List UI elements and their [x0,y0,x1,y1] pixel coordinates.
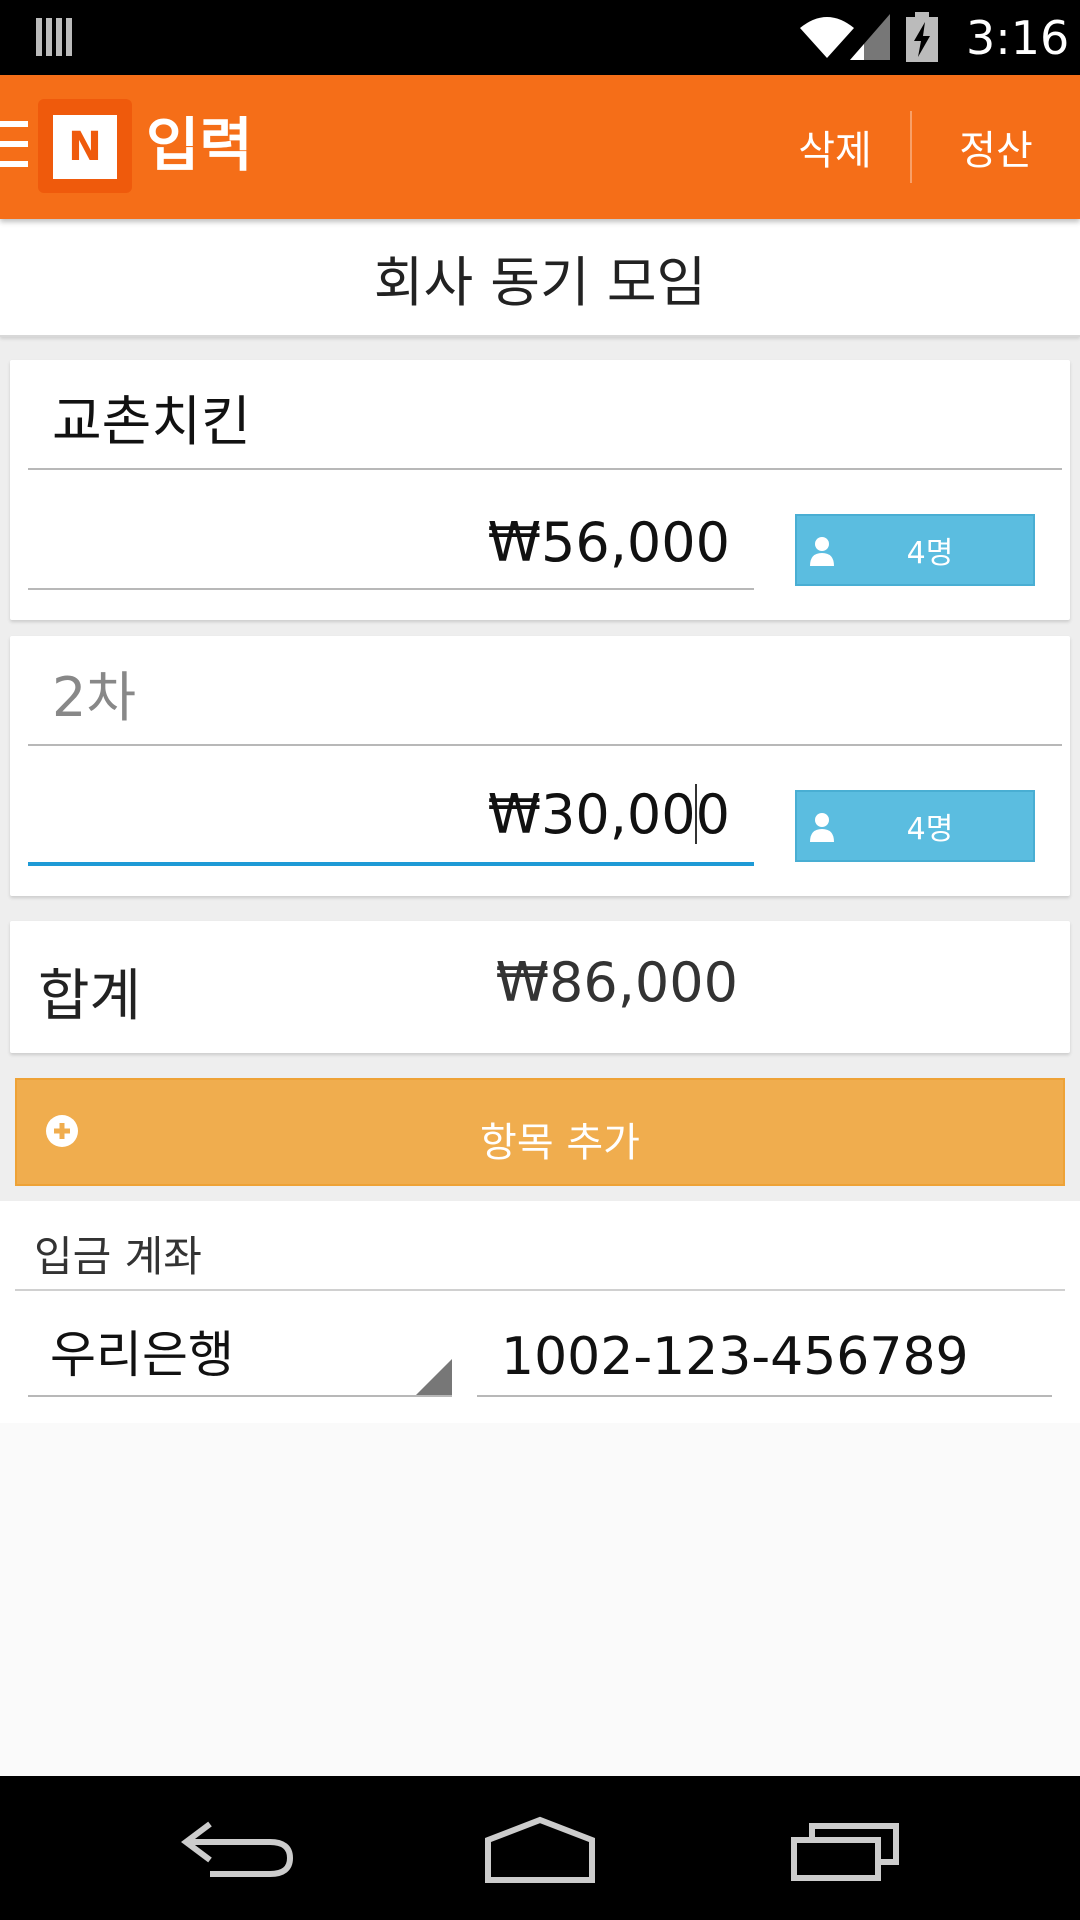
item-name-value: 교촌치킨 [52,390,251,453]
people-count-button[interactable]: 4명 [795,790,1035,862]
account-section: 입금 계좌 우리은행 1002-123-456789 [0,1201,1080,1423]
total-label: 합계 [38,964,142,1029]
menu-icon[interactable] [0,121,28,171]
divider [15,1289,1065,1291]
amount-after-cursor: 0 [695,782,730,846]
item-card: 교촌치킨 ₩56,000 4명 [10,360,1070,620]
item-amount-value: ₩30,000 [488,783,730,848]
item-amount-value: ₩56,000 [487,511,730,574]
app-logo-letter: N [68,124,102,170]
app-logo[interactable]: N [38,99,132,193]
settle-button[interactable]: 정산 [912,75,1080,219]
bank-select-value: 우리은행 [50,1326,234,1384]
amount-before-cursor: ₩30,00 [487,782,696,846]
item-card: 2차 ₩30,000 4명 [10,636,1070,896]
battery-charging-icon [906,12,938,62]
back-icon[interactable] [170,1810,310,1886]
dropdown-triangle-icon [416,1359,452,1395]
navigation-bar [0,1776,1080,1920]
wifi-icon [800,17,854,58]
status-time: 3:16 [966,11,1070,65]
total-card: 합계 ₩86,000 [10,921,1070,1053]
people-count-label: 4명 [906,536,954,571]
delete-button[interactable]: 삭제 [760,75,910,219]
recents-icon[interactable] [780,1810,920,1886]
item-amount-field[interactable]: ₩30,000 [28,756,754,866]
item-name-field[interactable]: 교촌치킨 [28,360,1062,470]
item-name-field[interactable]: 2차 [28,636,1062,746]
people-count-label: 4명 [906,812,954,847]
notification-bars-icon [36,18,72,56]
account-title: 입금 계좌 [34,1232,202,1281]
status-bar: 3:16 [0,0,1080,75]
people-count-button[interactable]: 4명 [795,514,1035,586]
add-item-button[interactable]: 항목 추가 [15,1078,1065,1186]
bank-select[interactable]: 우리은행 [28,1311,452,1397]
add-item-label: 항목 추가 [480,1120,640,1166]
item-name-placeholder: 2차 [52,666,137,729]
total-value: ₩86,000 [495,951,738,1014]
account-number-field[interactable]: 1002-123-456789 [477,1311,1052,1397]
home-icon[interactable] [470,1810,610,1886]
group-title-bar: 회사 동기 모임 [0,219,1080,337]
item-amount-field[interactable]: ₩56,000 [28,480,754,590]
text-cursor [694,784,697,844]
group-title[interactable]: 회사 동기 모임 [374,238,706,317]
page-title: 입력 [146,111,253,179]
signal-icon [850,14,890,60]
account-number-value: 1002-123-456789 [501,1327,969,1387]
app-bar: N 입력 삭제 정산 [0,75,1080,219]
